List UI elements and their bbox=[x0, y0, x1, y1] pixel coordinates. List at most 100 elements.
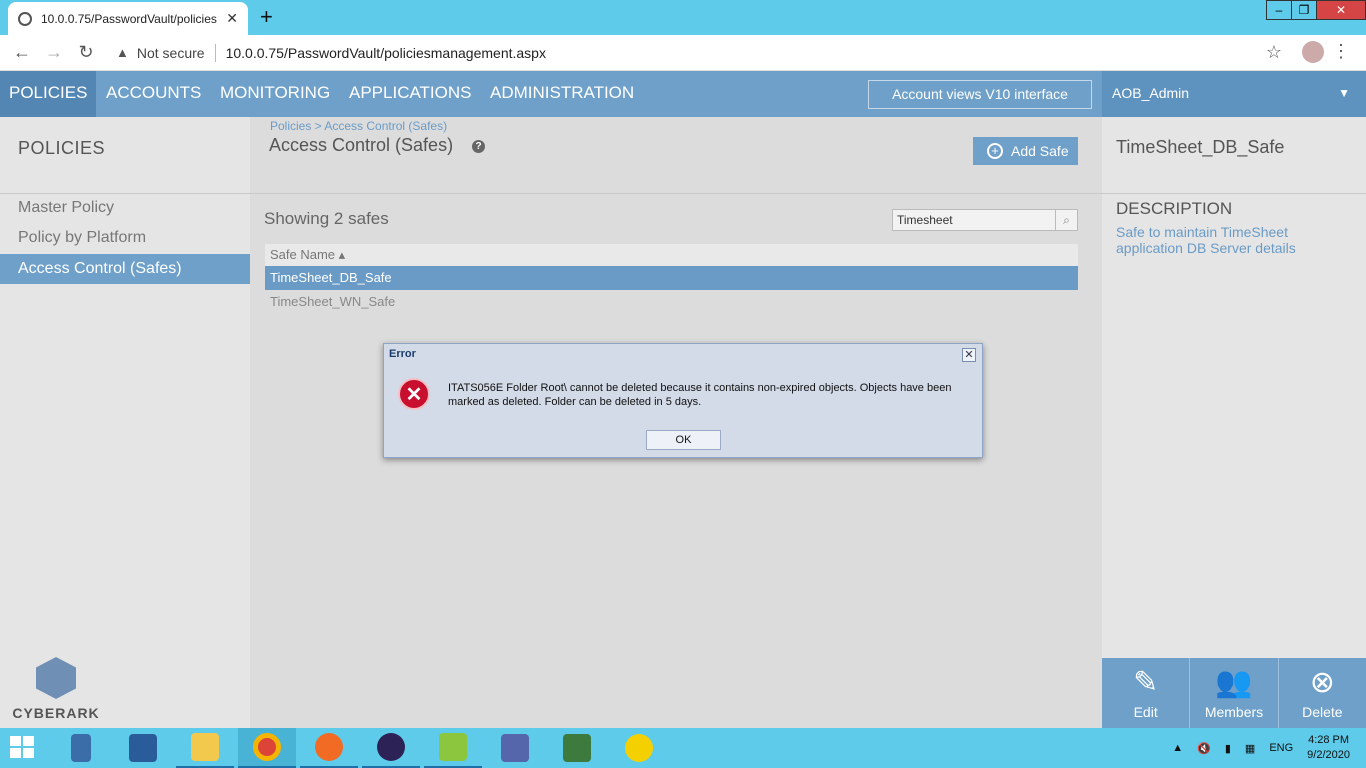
start-windows-icon[interactable] bbox=[10, 736, 36, 760]
nav-applications[interactable]: APPLICATIONS bbox=[340, 71, 481, 117]
page-title: Access Control (Safes) ? bbox=[269, 135, 486, 156]
clock-time: 4:28 PM bbox=[1308, 734, 1350, 746]
warning-icon: ▲ bbox=[116, 45, 129, 60]
nav-accounts[interactable]: ACCOUNTS bbox=[97, 71, 210, 117]
error-message: ITATS056E Folder Root\ cannot be deleted… bbox=[448, 382, 952, 408]
user-name: AOB_Admin bbox=[1112, 85, 1190, 101]
edit-button[interactable]: ✎ Edit bbox=[1102, 658, 1191, 728]
taskbar-app-orange[interactable] bbox=[300, 728, 358, 768]
browser-tabbar: 10.0.0.75/PasswordVault/policies ✕ + – ❐… bbox=[0, 0, 1366, 35]
add-safe-label: Add Safe bbox=[1011, 143, 1069, 159]
url-field[interactable]: 10.0.0.75/PasswordVault/policiesmanageme… bbox=[226, 45, 546, 61]
taskbar-chrome[interactable] bbox=[238, 728, 296, 768]
plus-circle-icon: + bbox=[987, 143, 1003, 159]
dialog-title: Error bbox=[389, 348, 416, 360]
v10-interface-button[interactable]: Account views V10 interface bbox=[868, 80, 1092, 109]
profile-avatar[interactable] bbox=[1302, 41, 1324, 63]
address-bar: ← → ↻ ▲ Not secure 10.0.0.75/PasswordVau… bbox=[0, 35, 1366, 71]
restore-icon[interactable]: ❐ bbox=[1291, 0, 1317, 20]
not-secure-label: Not secure bbox=[136, 44, 205, 61]
address-divider bbox=[214, 43, 216, 62]
details-divider bbox=[1102, 193, 1366, 194]
taskbar-network-tool[interactable] bbox=[486, 728, 544, 768]
column-header-safe-name[interactable]: Safe Name ▴ bbox=[265, 244, 1078, 266]
safe-search: ⌕ bbox=[892, 209, 1078, 231]
network-status-icon[interactable]: ▦ bbox=[1245, 742, 1255, 755]
error-dialog: Error ✕ ✕ ITATS056E Folder Root\ cannot … bbox=[383, 343, 983, 458]
forward-icon[interactable]: → bbox=[38, 42, 70, 63]
table-row[interactable]: TimeSheet_WN_Safe bbox=[265, 290, 1078, 314]
folder-icon bbox=[191, 733, 219, 761]
delete-button[interactable]: ⊗ Delete bbox=[1278, 658, 1366, 728]
back-icon[interactable]: ← bbox=[6, 42, 38, 63]
nav-administration[interactable]: ADMINISTRATION bbox=[481, 71, 643, 117]
logo-text: CYBERARK bbox=[12, 705, 100, 721]
minimize-icon[interactable]: – bbox=[1266, 0, 1292, 20]
members-button[interactable]: 👥 Members bbox=[1190, 658, 1279, 728]
sidebar-item-access-control[interactable]: Access Control (Safes) bbox=[0, 254, 250, 284]
language-indicator[interactable]: ENG bbox=[1269, 742, 1293, 754]
server-manager-icon bbox=[71, 734, 91, 762]
dialog-close-icon[interactable]: ✕ bbox=[962, 348, 976, 362]
sidebar-item-master-policy[interactable]: Master Policy bbox=[0, 193, 250, 223]
app-top-nav: POLICIES ACCOUNTS MONITORING APPLICATION… bbox=[0, 71, 1366, 117]
system-tray: ▲ 🔇 ▮ ▦ ENG 4:28 PM 9/2/2020 bbox=[1172, 728, 1366, 768]
notepad-icon bbox=[439, 733, 467, 761]
taskbar-lock-tool[interactable] bbox=[548, 728, 606, 768]
lock-icon bbox=[563, 734, 591, 762]
security-indicator[interactable]: ▲ Not secure bbox=[116, 45, 205, 61]
tray-chevron-up-icon[interactable]: ▲ bbox=[1172, 742, 1183, 754]
members-label: Members bbox=[1204, 704, 1264, 720]
taskbar-server-manager[interactable] bbox=[52, 728, 110, 768]
table-row[interactable]: TimeSheet_DB_Safe bbox=[265, 266, 1078, 290]
description-label: DESCRIPTION bbox=[1116, 199, 1233, 218]
search-icon[interactable]: ⌕ bbox=[1055, 210, 1077, 230]
description-text: Safe to maintain TimeSheet application D… bbox=[1116, 224, 1296, 256]
gear-icon bbox=[625, 734, 653, 762]
clock-date: 9/2/2020 bbox=[1307, 749, 1350, 761]
breadcrumb[interactable]: Policies > Access Control (Safes) bbox=[270, 119, 447, 133]
delete-icon: ⊗ bbox=[1309, 666, 1335, 699]
delete-label: Delete bbox=[1302, 704, 1343, 720]
browser-tab[interactable]: 10.0.0.75/PasswordVault/policies ✕ bbox=[8, 2, 248, 35]
chevron-down-icon: ▼ bbox=[1338, 86, 1350, 100]
taskbar-powershell[interactable] bbox=[114, 728, 172, 768]
search-input[interactable] bbox=[893, 210, 1055, 230]
network-icon bbox=[501, 734, 529, 762]
sidebar-heading: POLICIES bbox=[18, 138, 106, 158]
edit-icon: ✎ bbox=[1133, 666, 1159, 699]
nav-policies[interactable]: POLICIES bbox=[0, 71, 97, 117]
main-divider bbox=[250, 193, 1102, 194]
chrome-icon bbox=[253, 733, 281, 761]
bookmark-star-icon[interactable]: ☆ bbox=[1266, 42, 1282, 63]
add-safe-button[interactable]: + Add Safe bbox=[973, 137, 1078, 165]
user-menu[interactable]: AOB_Admin ▼ bbox=[1102, 71, 1366, 117]
taskbar-notepad[interactable] bbox=[424, 728, 482, 768]
eclipse-icon bbox=[377, 733, 405, 761]
nav-monitoring[interactable]: MONITORING bbox=[211, 71, 339, 117]
safe-actions: ✎ Edit 👥 Members ⊗ Delete bbox=[1102, 658, 1366, 728]
taskbar-gear-app[interactable] bbox=[610, 728, 668, 768]
reload-icon[interactable]: ↻ bbox=[70, 42, 102, 63]
selected-safe-name: TimeSheet_DB_Safe bbox=[1116, 137, 1285, 157]
browser-menu-icon[interactable]: ⋮ bbox=[1332, 41, 1350, 62]
ok-button[interactable]: OK bbox=[646, 430, 721, 450]
edit-label: Edit bbox=[1133, 704, 1158, 720]
safe-details-panel: TimeSheet_DB_Safe DESCRIPTION Safe to ma… bbox=[1102, 117, 1366, 728]
close-window-icon[interactable]: ✕ bbox=[1316, 0, 1366, 20]
pen-app-icon bbox=[315, 733, 343, 761]
volume-muted-icon[interactable]: 🔇 bbox=[1197, 742, 1211, 755]
cyberark-logo-icon bbox=[36, 657, 76, 699]
tab-title: 10.0.0.75/PasswordVault/policies bbox=[41, 11, 217, 26]
battery-icon[interactable]: ▮ bbox=[1225, 742, 1231, 755]
help-icon[interactable]: ? bbox=[472, 139, 486, 153]
error-icon: ✕ bbox=[398, 378, 430, 410]
close-tab-icon[interactable]: ✕ bbox=[226, 10, 238, 27]
clock[interactable]: 4:28 PM 9/2/2020 bbox=[1307, 733, 1350, 763]
windows-taskbar: ▲ 🔇 ▮ ▦ ENG 4:28 PM 9/2/2020 bbox=[0, 728, 1366, 768]
new-tab-icon[interactable]: + bbox=[260, 4, 273, 30]
taskbar-file-explorer[interactable] bbox=[176, 728, 234, 768]
taskbar-eclipse[interactable] bbox=[362, 728, 420, 768]
cyberark-logo: CYBERARK bbox=[10, 657, 102, 721]
sidebar-item-policy-by-platform[interactable]: Policy by Platform bbox=[0, 223, 250, 253]
